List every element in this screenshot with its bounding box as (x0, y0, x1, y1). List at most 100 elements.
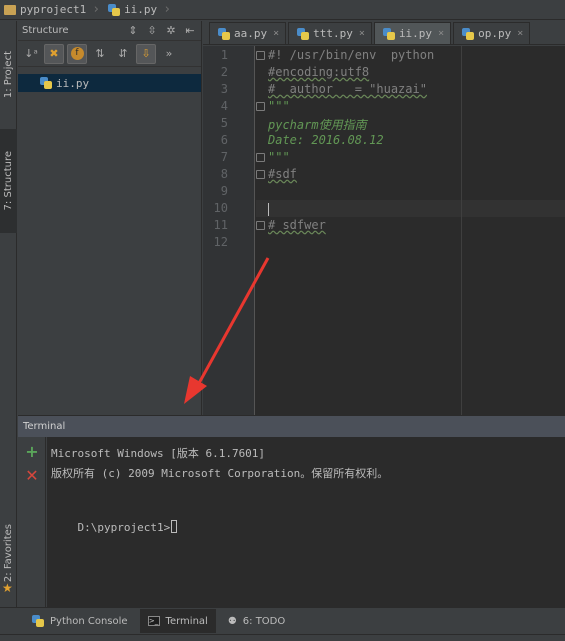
left-tool-stripe: 1: Project 7: Structure 2: Favorites ★ (0, 21, 17, 607)
close-icon[interactable]: × (359, 28, 365, 39)
python-file-icon (40, 77, 52, 89)
more-icon[interactable]: » (159, 44, 179, 64)
tool-tab-python-console[interactable]: Python Console (24, 609, 136, 633)
fold-marker-icon[interactable] (256, 153, 265, 162)
todo-icon: ⚉ (227, 615, 237, 627)
close-session-x-icon[interactable]: ✕ (24, 466, 40, 485)
tab-ii-py[interactable]: ii.py × (373, 22, 452, 44)
python-file-icon (218, 27, 230, 40)
star-icon: ★ (2, 581, 13, 595)
structure-toolbar: ↓ᵃ ✖ f ⇅ ⇵ ⇩ » (18, 41, 201, 67)
terminal-prompt-line: D:\pyproject1> (51, 507, 178, 547)
terminal-title: Terminal (23, 421, 66, 432)
terminal-header: Terminal (18, 415, 565, 437)
code-line: # sdfwer (268, 218, 326, 232)
tab-label: ttt.py (313, 27, 353, 40)
hide-panel-icon[interactable]: ⇤ (183, 24, 197, 38)
expand-all-icon[interactable]: ⇅ (90, 44, 110, 64)
new-session-plus-icon[interactable]: + (24, 442, 40, 461)
tool-tab-structure[interactable]: 7: Structure (0, 129, 17, 233)
python-file-icon (382, 27, 395, 40)
tab-aa-py[interactable]: aa.py × (209, 22, 287, 44)
fold-marker-icon[interactable] (256, 221, 265, 230)
line-number: 5 (220, 116, 228, 130)
navigation-bar: pyproject1 › ii.py › (0, 0, 565, 20)
python-file-icon (462, 27, 475, 40)
current-line-highlight (256, 200, 565, 217)
fold-marker-icon[interactable] (256, 170, 265, 179)
code-line: """ (268, 150, 290, 164)
tree-item-file[interactable]: ii.py (18, 74, 201, 92)
python-console-icon (32, 615, 44, 627)
tool-tab-terminal[interactable]: >_ Terminal (139, 609, 216, 633)
close-icon[interactable]: × (438, 28, 444, 39)
tree-item-label: ii.py (56, 76, 90, 90)
text-caret (268, 203, 269, 216)
line-number: 4 (220, 99, 228, 113)
tool-tab-favorites-label: 2: Favorites (3, 523, 14, 583)
line-number: 3 (220, 82, 228, 96)
python-file-icon (297, 27, 310, 40)
show-inherited-icon[interactable]: f (67, 43, 87, 64)
tab-label: ii.py (398, 27, 433, 40)
terminal-prompt: D:\pyproject1> (77, 521, 171, 534)
terminal-line: 版权所有 (c) 2009 Microsoft Corporation。保留所有… (51, 467, 389, 480)
code-line: #sdf (268, 167, 297, 181)
code-editor[interactable]: 1 2 3 4 5 6 7 8 9 10 11 12 #! /usr/bin/e… (203, 46, 565, 415)
line-number: 7 (220, 150, 228, 164)
tool-tab-project-label: 1: Project (3, 51, 14, 99)
terminal-icon: >_ (147, 616, 160, 626)
python-file-icon (108, 3, 121, 16)
autoscroll-from-source-icon[interactable]: ⇩ (136, 43, 156, 64)
collapse-icon[interactable]: ⇕ (126, 24, 140, 38)
terminal-output[interactable]: Microsoft Windows [版本 6.1.7601] 版权所有 (c)… (47, 437, 565, 607)
fold-marker-icon[interactable] (256, 51, 265, 60)
code-line: Date: 2016.08.12 (268, 133, 384, 147)
tool-tab-project[interactable]: 1: Project (0, 25, 17, 125)
tool-tab-label: Python Console (50, 615, 128, 627)
tool-tab-structure-label: 7: Structure (3, 151, 14, 211)
fold-marker-icon[interactable] (256, 102, 265, 111)
close-icon[interactable]: × (273, 28, 279, 39)
tab-op-py[interactable]: op.py × (453, 22, 531, 44)
breadcrumb-separator-icon: › (92, 2, 101, 17)
structure-panel-header: Structure ⇕ ⇳ ✲ ⇤ (18, 21, 201, 41)
right-margin-guide (461, 46, 462, 415)
line-number: 11 (213, 218, 228, 232)
tab-label: aa.py (234, 27, 268, 40)
tab-label: op.py (478, 27, 512, 40)
terminal-toolbar: + ✕ (18, 437, 46, 607)
bottom-tool-bar: Python Console >_ Terminal ⚉ 6: TODO (0, 607, 565, 634)
breadcrumb-separator-icon: › (163, 2, 172, 17)
line-number: 1 (220, 48, 228, 62)
structure-panel-title: Structure (22, 25, 69, 36)
terminal-line: Microsoft Windows [版本 6.1.7601] (51, 447, 266, 460)
expand-icon[interactable]: ⇳ (145, 24, 159, 38)
line-number-gutter: 1 2 3 4 5 6 7 8 9 10 11 12 (203, 46, 255, 415)
code-line: pycharm使用指南 (268, 118, 367, 132)
show-fields-icon[interactable]: ✖ (44, 43, 64, 64)
breadcrumb-file-label: ii.py (124, 3, 158, 16)
breadcrumb-project-label: pyproject1 (20, 3, 87, 16)
collapse-all-icon[interactable]: ⇵ (113, 44, 133, 64)
tool-tab-label: Terminal (165, 615, 208, 627)
code-line: #! /usr/bin/env python (268, 48, 435, 62)
line-number: 2 (220, 65, 228, 79)
close-icon[interactable]: × (517, 28, 523, 39)
tool-tab-label: 6: TODO (242, 615, 286, 627)
editor-tabs: aa.py × ttt.py × ii.py × op.py × (203, 21, 565, 45)
breadcrumb-file[interactable]: ii.py › (104, 0, 175, 20)
code-line: """ (268, 99, 290, 113)
gear-icon[interactable]: ✲ (164, 24, 178, 38)
line-number: 12 (213, 235, 228, 249)
status-bar (0, 634, 565, 641)
breadcrumb-project[interactable]: pyproject1 › (0, 0, 104, 20)
tab-ttt-py[interactable]: ttt.py × (288, 22, 372, 44)
terminal-cursor (171, 520, 178, 533)
structure-panel: Structure ⇕ ⇳ ✲ ⇤ ↓ᵃ ✖ f ⇅ ⇵ ⇩ » ii.py (18, 21, 202, 415)
code-line: # author = "huazai" (268, 82, 427, 96)
line-number: 8 (220, 167, 228, 181)
sort-alphabetically-icon[interactable]: ↓ᵃ (21, 44, 41, 64)
tool-tab-todo[interactable]: ⚉ 6: TODO (220, 609, 293, 633)
line-number: 9 (220, 184, 228, 198)
